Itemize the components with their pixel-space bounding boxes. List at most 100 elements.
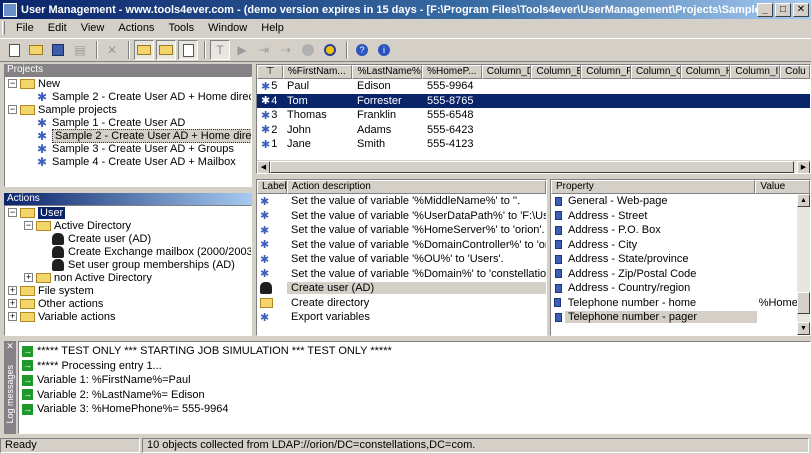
actions-tree-item[interactable]: − Active Directory xyxy=(5,219,251,232)
open-folder-icon[interactable] xyxy=(26,40,46,60)
action-row[interactable]: ✱ Set the value of variable '%HomeServer%… xyxy=(257,223,546,238)
projects-tree-item[interactable]: ✱ Sample 3 - Create User AD + Groups xyxy=(5,142,251,155)
property-row[interactable]: General - Web-page xyxy=(551,194,797,209)
simulate-icon[interactable] xyxy=(320,40,340,60)
save-disk-icon[interactable] xyxy=(48,40,68,60)
actions-tree-item[interactable]: + Variable actions xyxy=(5,310,251,323)
action-row[interactable]: Create user (AD) xyxy=(257,281,546,296)
scroll-left-icon[interactable]: ◀ xyxy=(257,161,270,173)
action-row[interactable]: Create directory xyxy=(257,296,546,311)
property-row[interactable]: Telephone number - pager xyxy=(551,310,797,325)
scroll-up-icon[interactable]: ▲ xyxy=(797,194,810,207)
table-row[interactable]: ✱ 5 Paul Edison 555-9964 xyxy=(257,79,810,94)
skip-icon[interactable]: ⇢ xyxy=(276,40,296,60)
minimize-button[interactable]: _ xyxy=(757,2,773,17)
maximize-button[interactable]: □ xyxy=(775,2,791,17)
vertical-scrollbar[interactable]: ▲ ▼ xyxy=(797,194,810,335)
column-header[interactable]: Column_F xyxy=(581,65,631,79)
property-row[interactable]: Telephone number - home %Home xyxy=(551,296,797,311)
projects-tree-item[interactable]: ✱ Sample 4 - Create User AD + Mailbox xyxy=(5,155,251,168)
projects-tree-item[interactable]: ✱ Sample 1 - Create User AD xyxy=(5,116,251,129)
actions-tree-item[interactable]: Create user (AD) xyxy=(5,232,251,245)
print-icon[interactable]: ▤ xyxy=(70,40,90,60)
step-icon[interactable]: ⇥ xyxy=(254,40,274,60)
property-row[interactable]: Address - State/province xyxy=(551,252,797,267)
menu-window[interactable]: Window xyxy=(201,22,254,34)
table-row[interactable]: ✱ 4 Tom Forrester 555-8765 xyxy=(257,93,810,108)
delete-icon[interactable]: ✕ xyxy=(102,40,122,60)
column-header[interactable]: Colu xyxy=(780,65,810,79)
property-column-header[interactable]: Property xyxy=(551,180,756,194)
collapse-icon[interactable]: − xyxy=(8,208,17,217)
log-panel-icon[interactable]: T xyxy=(210,40,230,60)
close-log-icon[interactable]: ✕ xyxy=(4,341,16,351)
column-header[interactable]: %LastName% xyxy=(352,65,423,79)
property-row[interactable]: Address - Zip/Postal Code xyxy=(551,267,797,282)
property-row[interactable]: Address - Country/region xyxy=(551,281,797,296)
actions-tree-item[interactable]: + File system xyxy=(5,284,251,297)
action-row[interactable]: ✱ Set the value of variable '%UserDataPat… xyxy=(257,209,546,224)
actions-panel-icon[interactable] xyxy=(156,40,176,60)
scroll-right-icon[interactable]: ▶ xyxy=(797,161,810,173)
grid-corner-icon[interactable]: ⊤ xyxy=(257,65,283,79)
scrollbar-thumb[interactable] xyxy=(270,161,794,173)
scrollbar-track[interactable] xyxy=(797,314,810,322)
expand-icon[interactable]: + xyxy=(8,286,17,295)
column-header[interactable]: Column_D xyxy=(481,65,532,79)
actions-tree-item[interactable]: − User xyxy=(5,206,251,219)
projects-tree-item[interactable]: − New xyxy=(5,77,251,90)
action-row[interactable]: ✱ Set the value of variable '%Domain%' to… xyxy=(257,267,546,282)
expand-icon[interactable]: + xyxy=(8,299,17,308)
menu-help[interactable]: Help xyxy=(254,22,291,34)
actions-tree-item[interactable]: Create Exchange mailbox (2000/2003) xyxy=(5,245,251,258)
column-header[interactable]: %HomeP... xyxy=(422,65,482,79)
run-icon[interactable]: ▶ xyxy=(232,40,252,60)
property-row[interactable]: Address - Street xyxy=(551,209,797,224)
projects-tree-item[interactable]: ✱ Sample 2 - Create User AD + Home direct… xyxy=(5,128,251,143)
expand-icon[interactable]: + xyxy=(8,312,17,321)
menu-file[interactable]: File xyxy=(9,22,41,34)
action-row[interactable]: ✱ Set the value of variable '%MiddleName%… xyxy=(257,194,546,209)
column-header[interactable]: Column_G xyxy=(630,65,681,79)
help-icon[interactable]: ? xyxy=(352,40,372,60)
column-header[interactable]: Column_I xyxy=(730,65,781,79)
action-row[interactable]: ✱ Export variables xyxy=(257,310,546,325)
actions-tree-item[interactable]: + non Active Directory xyxy=(5,271,251,284)
expand-icon[interactable]: + xyxy=(24,273,33,282)
projects-tree-item[interactable]: ✱ Sample 2 - Create User AD + Home direct… xyxy=(5,90,251,103)
info-icon[interactable]: i xyxy=(374,40,394,60)
menu-actions[interactable]: Actions xyxy=(111,22,161,34)
action-row[interactable]: ✱ Set the value of variable '%DomainContr… xyxy=(257,238,546,253)
table-row[interactable]: ✱ 2 John Adams 555-6423 xyxy=(257,123,810,138)
table-row[interactable]: ✱ 1 Jane Smith 555-4123 xyxy=(257,137,810,152)
actions-tree-item[interactable]: Set user group memberships (AD) xyxy=(5,258,251,271)
actions-tree-item[interactable]: + Other actions xyxy=(5,297,251,310)
column-header[interactable]: Column_H xyxy=(680,65,731,79)
properties-panel-icon[interactable] xyxy=(178,40,198,60)
collapse-icon[interactable]: − xyxy=(8,105,17,114)
table-row[interactable]: ✱ 3 Thomas Franklin 555-6548 xyxy=(257,108,810,123)
collapse-icon[interactable]: − xyxy=(8,79,17,88)
collapse-icon[interactable]: − xyxy=(24,221,33,230)
scrollbar-thumb[interactable] xyxy=(797,292,810,314)
menu-view[interactable]: View xyxy=(74,22,112,34)
property-value[interactable]: %Home xyxy=(753,297,797,309)
scroll-down-icon[interactable]: ▼ xyxy=(797,322,810,335)
menu-edit[interactable]: Edit xyxy=(41,22,74,34)
projects-panel-icon[interactable] xyxy=(134,40,154,60)
menu-tools[interactable]: Tools xyxy=(161,22,201,34)
horizontal-scrollbar[interactable]: ◀ ▶ xyxy=(257,160,810,173)
column-header[interactable]: Column_E xyxy=(531,65,582,79)
column-header[interactable]: %FirstNam... xyxy=(282,65,353,79)
projects-tree-item[interactable]: − Sample projects xyxy=(5,103,251,116)
stop-icon[interactable] xyxy=(298,40,318,60)
property-row[interactable]: Address - P.O. Box xyxy=(551,223,797,238)
description-column-header[interactable]: Action description xyxy=(286,180,546,194)
action-row[interactable]: ✱ Set the value of variable '%OU%' to 'Us… xyxy=(257,252,546,267)
scrollbar-track[interactable] xyxy=(797,207,810,292)
new-file-icon[interactable] xyxy=(4,40,24,60)
value-column-header[interactable]: Value xyxy=(755,180,810,194)
label-column-header[interactable]: Label xyxy=(257,180,287,194)
property-row[interactable]: Address - City xyxy=(551,238,797,253)
close-button[interactable]: ✕ xyxy=(793,2,809,17)
